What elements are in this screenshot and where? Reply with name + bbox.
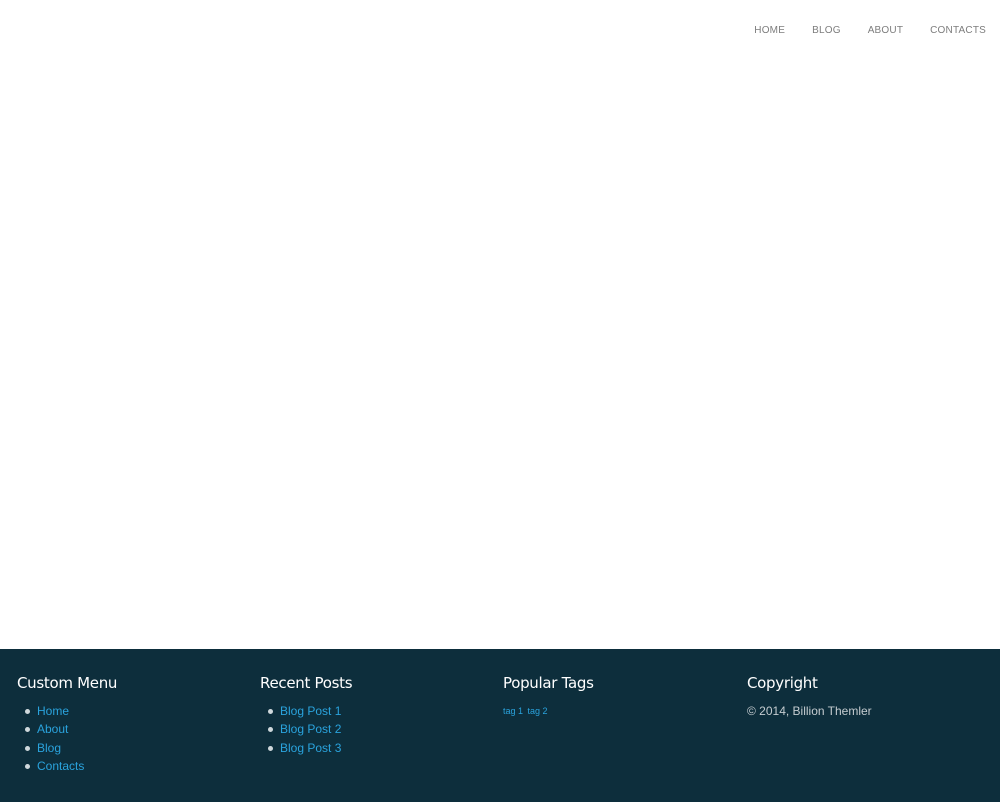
list-item: Blog: [25, 739, 244, 757]
copyright-text: © 2014, Billion Themler: [747, 704, 872, 718]
list-item: Blog Post 2: [268, 720, 488, 738]
list-item: Blog Post 3: [268, 739, 488, 757]
list-item: Home: [25, 702, 244, 720]
footer: Custom Menu Home About Blog Contacts Rec…: [0, 649, 1000, 802]
footer-menu-blog-link[interactable]: Blog: [37, 741, 61, 755]
footer-recent-posts: Recent Posts Blog Post 1 Blog Post 2 Blo…: [244, 649, 488, 802]
tag-1-link[interactable]: tag 1: [503, 706, 523, 716]
recent-posts-heading: Recent Posts: [260, 674, 353, 692]
nav-home-link[interactable]: HOME: [754, 25, 785, 36]
copyright-heading: Copyright: [747, 674, 818, 692]
main-content-area: [0, 60, 1000, 649]
tag-cloud: tag 1 tag 2: [503, 702, 732, 720]
footer-menu-home-link[interactable]: Home: [37, 704, 69, 718]
top-navigation: HOME BLOG ABOUT CONTACTS: [754, 0, 1000, 60]
nav-about-link[interactable]: ABOUT: [868, 25, 903, 36]
footer-custom-menu: Custom Menu Home About Blog Contacts: [0, 649, 244, 802]
footer-copyright: Copyright © 2014, Billion Themler: [732, 649, 976, 802]
page: HOME BLOG ABOUT CONTACTS Custom Menu Hom…: [0, 0, 1000, 802]
blog-post-3-link[interactable]: Blog Post 3: [280, 741, 341, 755]
blog-post-1-link[interactable]: Blog Post 1: [280, 704, 341, 718]
popular-tags-heading: Popular Tags: [503, 674, 594, 692]
list-item: Contacts: [25, 757, 244, 775]
footer-menu-contacts-link[interactable]: Contacts: [37, 759, 84, 773]
list-item: About: [25, 720, 244, 738]
nav-contacts-link[interactable]: CONTACTS: [930, 25, 986, 36]
footer-popular-tags: Popular Tags tag 1 tag 2: [488, 649, 732, 802]
list-item: Blog Post 1: [268, 702, 488, 720]
footer-menu-about-link[interactable]: About: [37, 722, 68, 736]
recent-posts-list: Blog Post 1 Blog Post 2 Blog Post 3: [260, 702, 488, 757]
tag-2-link[interactable]: tag 2: [528, 706, 548, 716]
blog-post-2-link[interactable]: Blog Post 2: [280, 722, 341, 736]
custom-menu-list: Home About Blog Contacts: [17, 702, 244, 775]
custom-menu-heading: Custom Menu: [17, 674, 118, 692]
nav-blog-link[interactable]: BLOG: [812, 25, 841, 36]
